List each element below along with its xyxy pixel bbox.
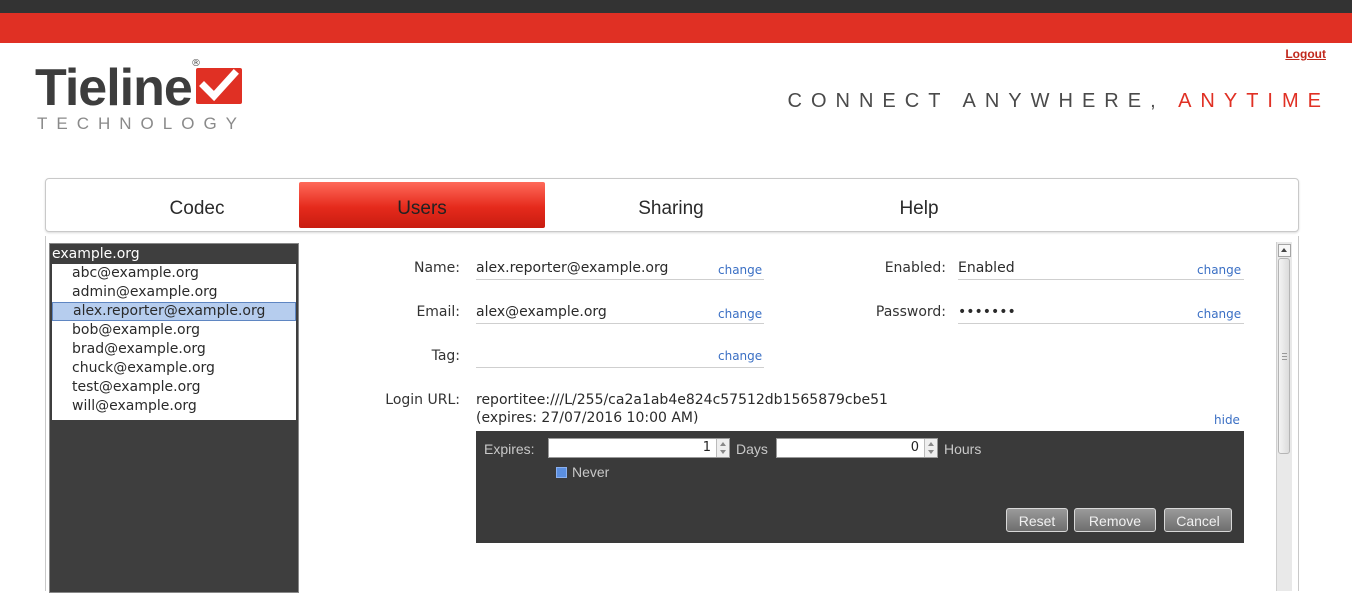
reset-button[interactable]: Reset xyxy=(1006,508,1068,532)
email-change-link[interactable]: change xyxy=(718,307,762,321)
main-tabs: Codec Users Sharing Help xyxy=(45,178,1299,232)
user-sidebar: example.org abc@example.org admin@exampl… xyxy=(49,243,299,593)
days-label: Days xyxy=(736,441,768,457)
scroll-thumb[interactable] xyxy=(1278,258,1290,454)
never-checkbox[interactable] xyxy=(556,467,567,478)
tagline-part1: CONNECT ANYWHERE, xyxy=(787,90,1165,112)
name-label: Name: xyxy=(413,260,460,276)
hours-label: Hours xyxy=(944,441,982,457)
login-url-expiry: (expires: 27/07/2016 10:00 AM) xyxy=(476,410,699,426)
grip-line xyxy=(1282,353,1287,354)
remove-button[interactable]: Remove xyxy=(1074,508,1156,532)
email-underline xyxy=(476,323,764,324)
password-value: ••••••• xyxy=(958,304,1016,320)
login-url-label: Login URL: xyxy=(385,392,460,408)
enabled-change-link[interactable]: change xyxy=(1197,263,1241,277)
tagline: CONNECT ANYWHERE, ANYTIME xyxy=(788,90,1330,113)
top-dark-bar xyxy=(0,0,1352,13)
cancel-button[interactable]: Cancel xyxy=(1164,508,1232,532)
hours-input[interactable]: 0 xyxy=(776,438,938,458)
content-scrollbar[interactable] xyxy=(1276,242,1292,591)
logo-wordmark: Tieline xyxy=(35,59,193,117)
name-underline xyxy=(476,279,764,280)
hours-spinner[interactable] xyxy=(924,439,937,457)
logo-subtitle: TECHNOLOGY xyxy=(37,114,247,133)
grip-line xyxy=(1282,356,1287,357)
expires-label: Expires: xyxy=(484,441,535,457)
never-label[interactable]: Never xyxy=(572,464,609,480)
user-list-item[interactable]: bob@example.org xyxy=(52,321,296,340)
tab-sharing[interactable]: Sharing xyxy=(548,182,794,228)
name-value: alex.reporter@example.org xyxy=(476,260,669,276)
enabled-value: Enabled xyxy=(958,260,1015,276)
days-input[interactable]: 1 xyxy=(548,438,730,458)
days-value: 1 xyxy=(702,440,711,455)
user-list-item-selected[interactable]: alex.reporter@example.org xyxy=(52,302,296,321)
user-list-item[interactable]: abc@example.org xyxy=(52,264,296,283)
name-change-link[interactable]: change xyxy=(718,263,762,277)
top-red-bar xyxy=(0,13,1352,43)
tagline-part2: ANYTIME xyxy=(1178,90,1330,112)
logout-link[interactable]: Logout xyxy=(1285,47,1326,61)
email-value: alex@example.org xyxy=(476,304,607,320)
password-change-link[interactable]: change xyxy=(1197,307,1241,321)
days-spinner[interactable] xyxy=(716,439,729,457)
password-underline xyxy=(958,323,1244,324)
enabled-underline xyxy=(958,279,1244,280)
tab-users[interactable]: Users xyxy=(299,182,545,228)
user-list-item[interactable]: test@example.org xyxy=(52,378,296,397)
tieline-logo: Tieline ® TECHNOLOGY xyxy=(35,58,246,133)
user-list-item[interactable]: will@example.org xyxy=(52,397,296,416)
tab-help[interactable]: Help xyxy=(796,182,1042,228)
user-list-item[interactable]: brad@example.org xyxy=(52,340,296,359)
password-label: Password: xyxy=(875,304,946,320)
grip-line xyxy=(1282,359,1287,360)
logo-check-icon xyxy=(195,68,242,104)
tag-underline xyxy=(476,367,764,368)
user-list: abc@example.org admin@example.org alex.r… xyxy=(52,264,296,420)
login-url-value: reportitee:///L/255/ca2a1ab4e824c57512db… xyxy=(476,392,888,408)
user-list-item[interactable]: chuck@example.org xyxy=(52,359,296,378)
domain-header[interactable]: example.org xyxy=(52,246,140,262)
scroll-up-arrow-icon[interactable] xyxy=(1278,244,1291,257)
hours-value: 0 xyxy=(910,440,919,455)
expiry-panel: Expires: 1 Days 0 Hours Never Reset Remo… xyxy=(476,431,1244,543)
registered-mark: ® xyxy=(191,58,201,69)
user-list-item[interactable]: admin@example.org xyxy=(52,283,296,302)
enabled-label: Enabled: xyxy=(884,260,946,276)
tag-label: Tag: xyxy=(431,348,460,364)
tab-codec[interactable]: Codec xyxy=(74,182,320,228)
hide-login-url-link[interactable]: hide xyxy=(1214,413,1240,427)
tag-change-link[interactable]: change xyxy=(718,349,762,363)
email-label: Email: xyxy=(416,304,460,320)
